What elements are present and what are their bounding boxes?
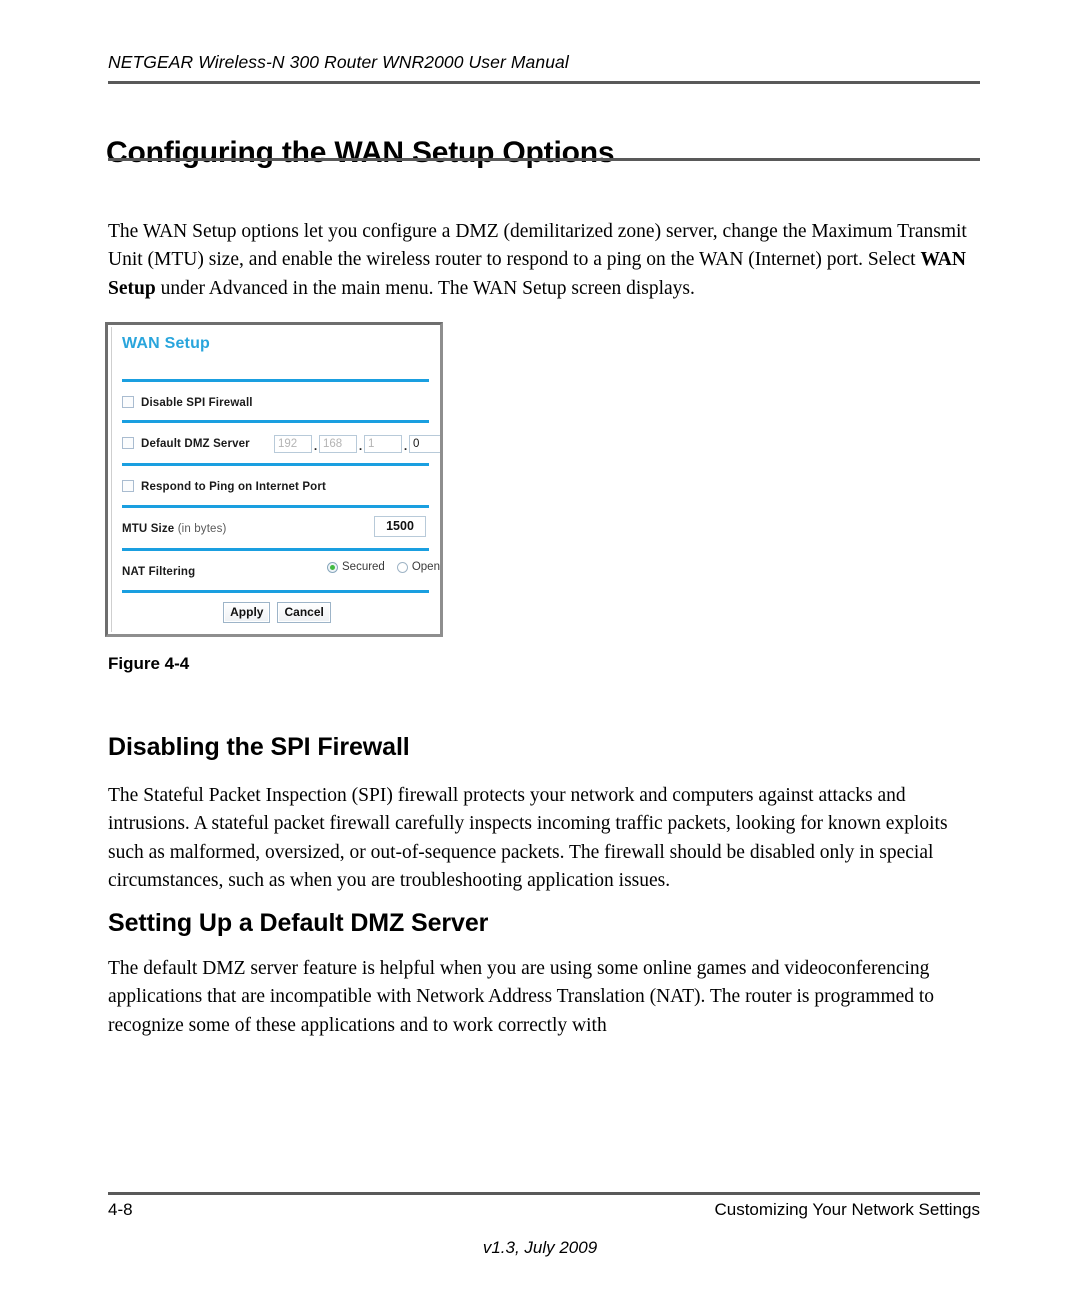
mtu-size-input[interactable]: 1500: [374, 516, 426, 537]
dmz-paragraph: The default DMZ server feature is helpfu…: [108, 957, 935, 1036]
default-dmz-server-text: Default DMZ Server: [141, 438, 250, 450]
dmz-ip-separator-1: .: [313, 439, 318, 453]
mtu-size-label: MTU Size (in bytes): [122, 523, 226, 535]
section-heading-disabling-spi-firewall: Disabling the SPI Firewall: [108, 732, 410, 761]
intro-paragraph: The WAN Setup options let you configure …: [108, 218, 970, 304]
spi-paragraph: The Stateful Packet Inspection (SPI) fir…: [108, 784, 948, 892]
nat-filtering-open-radio[interactable]: [396, 561, 408, 573]
footer-chapter-title: Customizing Your Network Settings: [714, 1200, 980, 1219]
wan-setup-figure: WAN Setup Disable SPI Firewall Default D…: [105, 322, 443, 637]
wan-setup-panel: WAN Setup Disable SPI Firewall Default D…: [111, 327, 440, 632]
section-heading-default-dmz-server: Setting Up a Default DMZ Server: [108, 908, 489, 937]
title-rule: [108, 158, 980, 161]
intro-text-part1: The WAN Setup options let you configure …: [108, 220, 967, 271]
disable-spi-firewall-text: Disable SPI Firewall: [141, 397, 253, 409]
row-nat-filtering[interactable]: NAT Filtering Secured Open: [122, 561, 440, 590]
row-mtu-size[interactable]: MTU Size (in bytes) 1500: [122, 516, 432, 547]
page-title: Configuring the WAN Setup Options: [106, 136, 615, 170]
mtu-size-text: MTU Size: [122, 523, 175, 535]
dmz-ip-octet-3[interactable]: 1: [364, 434, 402, 453]
separator-1: [122, 379, 429, 382]
mtu-size-unit: (in bytes): [177, 523, 227, 535]
row-disable-spi-firewall[interactable]: Disable SPI Firewall: [122, 393, 432, 421]
dmz-ip-separator-3: .: [403, 439, 408, 453]
cancel-button[interactable]: Cancel: [277, 602, 331, 623]
separator-5: [122, 548, 429, 551]
nat-filtering-radio-group[interactable]: Secured Open: [327, 561, 440, 573]
separator-4: [122, 505, 429, 508]
footer-version: v1.3, July 2009: [482, 1238, 598, 1257]
document-page: NETGEAR Wireless-N 300 Router WNR2000 Us…: [0, 0, 1080, 1296]
apply-button[interactable]: Apply: [223, 602, 271, 623]
running-head: NETGEAR Wireless-N 300 Router WNR2000 Us…: [108, 52, 569, 72]
separator-6: [122, 590, 429, 593]
respond-to-ping-checkbox[interactable]: [122, 480, 134, 492]
dmz-ip-octet-2[interactable]: 168: [319, 434, 357, 453]
disable-spi-firewall-checkbox[interactable]: [122, 396, 134, 408]
header-rule: [108, 81, 980, 84]
respond-to-ping-text: Respond to Ping on Internet Port: [141, 481, 326, 493]
dmz-ip-address-group[interactable]: 192 . 168 . 1 . 0: [274, 432, 440, 455]
dmz-ip-octet-1[interactable]: 192: [274, 434, 312, 453]
disable-spi-firewall-label: Disable SPI Firewall: [122, 396, 253, 409]
respond-to-ping-label: Respond to Ping on Internet Port: [122, 480, 326, 493]
default-dmz-server-label: Default DMZ Server: [122, 437, 250, 450]
separator-2: [122, 420, 429, 423]
footer-rule: [108, 1192, 980, 1195]
panel-button-row: Apply Cancel: [122, 602, 432, 623]
dmz-ip-octet-4[interactable]: 0: [409, 434, 440, 453]
nat-filtering-secured-radio[interactable]: [327, 561, 338, 573]
default-dmz-server-checkbox[interactable]: [122, 437, 134, 449]
figure-caption: Figure 4-4: [108, 654, 190, 673]
wan-setup-panel-title: WAN Setup: [122, 335, 211, 352]
intro-text-part2: under Advanced in the main menu. The WAN…: [155, 277, 695, 299]
nat-filtering-label: NAT Filtering: [122, 566, 196, 578]
nat-filtering-open-label[interactable]: Open: [412, 561, 440, 573]
nat-filtering-secured-label[interactable]: Secured: [342, 561, 385, 573]
footer-page-number: 4-8: [108, 1200, 133, 1219]
row-respond-to-ping[interactable]: Respond to Ping on Internet Port: [122, 477, 432, 505]
dmz-ip-separator-2: .: [358, 439, 363, 453]
row-default-dmz-server[interactable]: Default DMZ Server 192 . 168 . 1 . 0: [122, 434, 440, 462]
separator-3: [122, 463, 429, 466]
